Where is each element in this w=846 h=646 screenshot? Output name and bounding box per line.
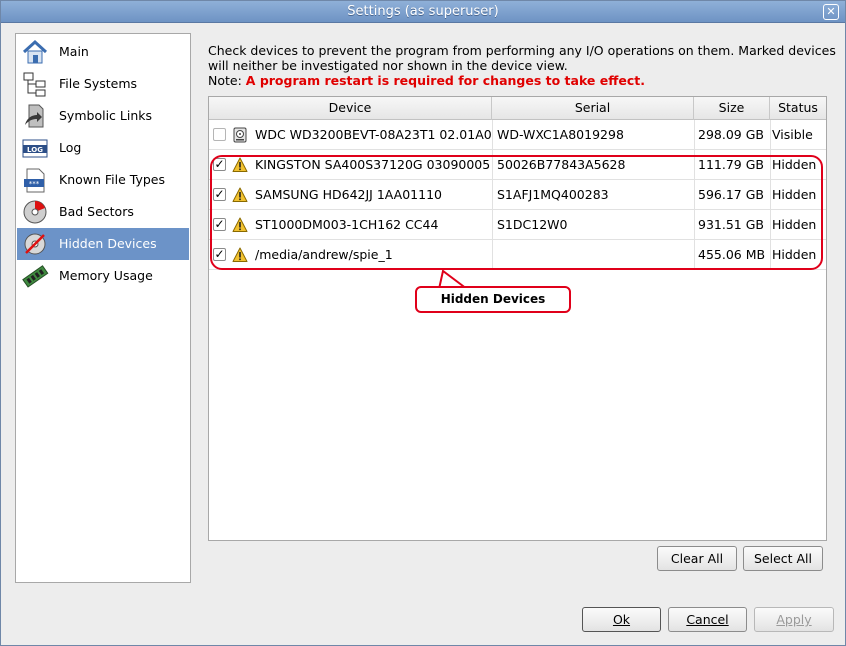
- table-row[interactable]: ✓ ST1000DM003-1CH162 CC44 S1DC12W0 931.5…: [209, 210, 826, 240]
- warning-icon: [232, 187, 248, 203]
- device-name: KINGSTON SA400S37120G 03090005: [255, 157, 491, 172]
- log-icon: LOG: [21, 135, 49, 161]
- cancel-button[interactable]: Cancel: [668, 607, 747, 632]
- device-serial: [497, 240, 692, 270]
- device-table: Device Serial Size Status WDC WD3200BEVT…: [208, 96, 827, 541]
- device-serial: S1AFJ1MQ400283: [497, 187, 609, 202]
- ok-button[interactable]: Ok: [582, 607, 661, 632]
- home-icon: [21, 39, 49, 65]
- sidebar-item-label: Hidden Devices: [59, 236, 157, 251]
- sidebar-item-label: Memory Usage: [59, 268, 153, 283]
- close-icon[interactable]: ✕: [823, 4, 839, 20]
- svg-text:LOG: LOG: [27, 146, 43, 154]
- device-name: WDC WD3200BEVT-08A23T1 02.01A02: [255, 127, 491, 142]
- device-size: 111.79 GB: [698, 157, 764, 172]
- device-size: 596.17 GB: [698, 187, 764, 202]
- column-header-status[interactable]: Status: [770, 97, 826, 120]
- device-checkbox[interactable]: ✓: [213, 188, 226, 201]
- device-status: Hidden: [772, 217, 817, 232]
- device-checkbox[interactable]: ✓: [213, 158, 226, 171]
- title-bar[interactable]: Settings (as superuser) ✕: [1, 1, 845, 23]
- file-types-icon: ***: [21, 167, 49, 193]
- hdd-icon: [232, 127, 248, 143]
- table-row[interactable]: ✓ KINGSTON SA400S37120G 03090005 50026B7…: [209, 150, 826, 180]
- note-text: A program restart is required for change…: [245, 73, 645, 88]
- svg-text:***: ***: [29, 180, 40, 188]
- sidebar-item-symbolic-links[interactable]: Symbolic Links: [17, 100, 189, 132]
- table-row[interactable]: WDC WD3200BEVT-08A23T1 02.01A02 WD-WXC1A…: [209, 120, 826, 150]
- sidebar-item-main[interactable]: Main: [17, 36, 189, 68]
- warning-icon: [232, 247, 248, 263]
- device-status: Hidden: [772, 187, 817, 202]
- sidebar-item-label: Symbolic Links: [59, 108, 152, 123]
- column-header-serial[interactable]: Serial: [492, 97, 694, 120]
- settings-window: Settings (as superuser) ✕ Main File Syst…: [0, 0, 846, 646]
- select-all-button[interactable]: Select All: [743, 546, 823, 571]
- sidebar-item-label: Bad Sectors: [59, 204, 134, 219]
- memory-icon: [21, 263, 49, 289]
- sidebar-item-memory-usage[interactable]: Memory Usage: [17, 260, 189, 292]
- sidebar-item-bad-sectors[interactable]: Bad Sectors: [17, 196, 189, 228]
- ok-button-label: Ok: [612, 612, 631, 627]
- device-serial: WD-WXC1A8019298: [497, 127, 624, 142]
- device-serial: S1DC12W0: [497, 217, 568, 232]
- sidebar-item-label: File Systems: [59, 76, 138, 91]
- warning-icon: [232, 157, 248, 173]
- sidebar-item-log[interactable]: LOG Log: [17, 132, 189, 164]
- table-row[interactable]: ✓ SAMSUNG HD642JJ 1AA01110 S1AFJ1MQ40028…: [209, 180, 826, 210]
- description-text: Check devices to prevent the program fro…: [208, 43, 836, 73]
- warning-icon: [232, 217, 248, 233]
- sidebar-item-label: Known File Types: [59, 172, 165, 187]
- device-name: /media/andrew/spie_1: [255, 247, 393, 262]
- hidden-devices-icon: [21, 231, 49, 257]
- clear-all-button[interactable]: Clear All: [657, 546, 737, 571]
- sidebar-item-file-systems[interactable]: File Systems: [17, 68, 189, 100]
- device-size: 931.51 GB: [698, 217, 764, 232]
- column-header-size[interactable]: Size: [694, 97, 770, 120]
- settings-sidebar: Main File Systems Symbolic Links LOG Log…: [15, 33, 191, 583]
- device-checkbox[interactable]: ✓: [213, 218, 226, 231]
- window-title: Settings (as superuser): [347, 4, 499, 19]
- description: Check devices to prevent the program fro…: [208, 43, 838, 88]
- device-name: SAMSUNG HD642JJ 1AA01110: [255, 187, 442, 202]
- device-checkbox[interactable]: [213, 128, 226, 141]
- sidebar-item-known-file-types[interactable]: *** Known File Types: [17, 164, 189, 196]
- sidebar-item-hidden-devices[interactable]: Hidden Devices: [17, 228, 189, 260]
- apply-button-label: Apply: [776, 612, 812, 627]
- device-status: Hidden: [772, 157, 817, 172]
- column-header-device[interactable]: Device: [209, 97, 492, 120]
- device-size: 455.06 MB: [698, 247, 766, 262]
- table-header: Device Serial Size Status: [209, 97, 826, 120]
- file-systems-icon: [21, 71, 49, 97]
- device-status: Hidden: [772, 247, 817, 262]
- hidden-devices-callout: Hidden Devices: [415, 286, 571, 313]
- device-name: ST1000DM003-1CH162 CC44: [255, 217, 439, 232]
- device-checkbox[interactable]: ✓: [213, 248, 226, 261]
- apply-button[interactable]: Apply: [754, 607, 834, 632]
- cancel-button-label: Cancel: [686, 612, 729, 627]
- sidebar-item-label: Main: [59, 44, 89, 59]
- sidebar-item-label: Log: [59, 140, 82, 155]
- device-status: Visible: [772, 127, 813, 142]
- device-serial: 50026B77843A5628: [497, 157, 626, 172]
- note-label: Note:: [208, 73, 242, 88]
- bad-sectors-icon: [21, 199, 49, 225]
- table-row[interactable]: ✓ /media/andrew/spie_1 455.06 MB Hidden: [209, 240, 826, 270]
- device-size: 298.09 GB: [698, 127, 764, 142]
- symlink-icon: [21, 103, 49, 129]
